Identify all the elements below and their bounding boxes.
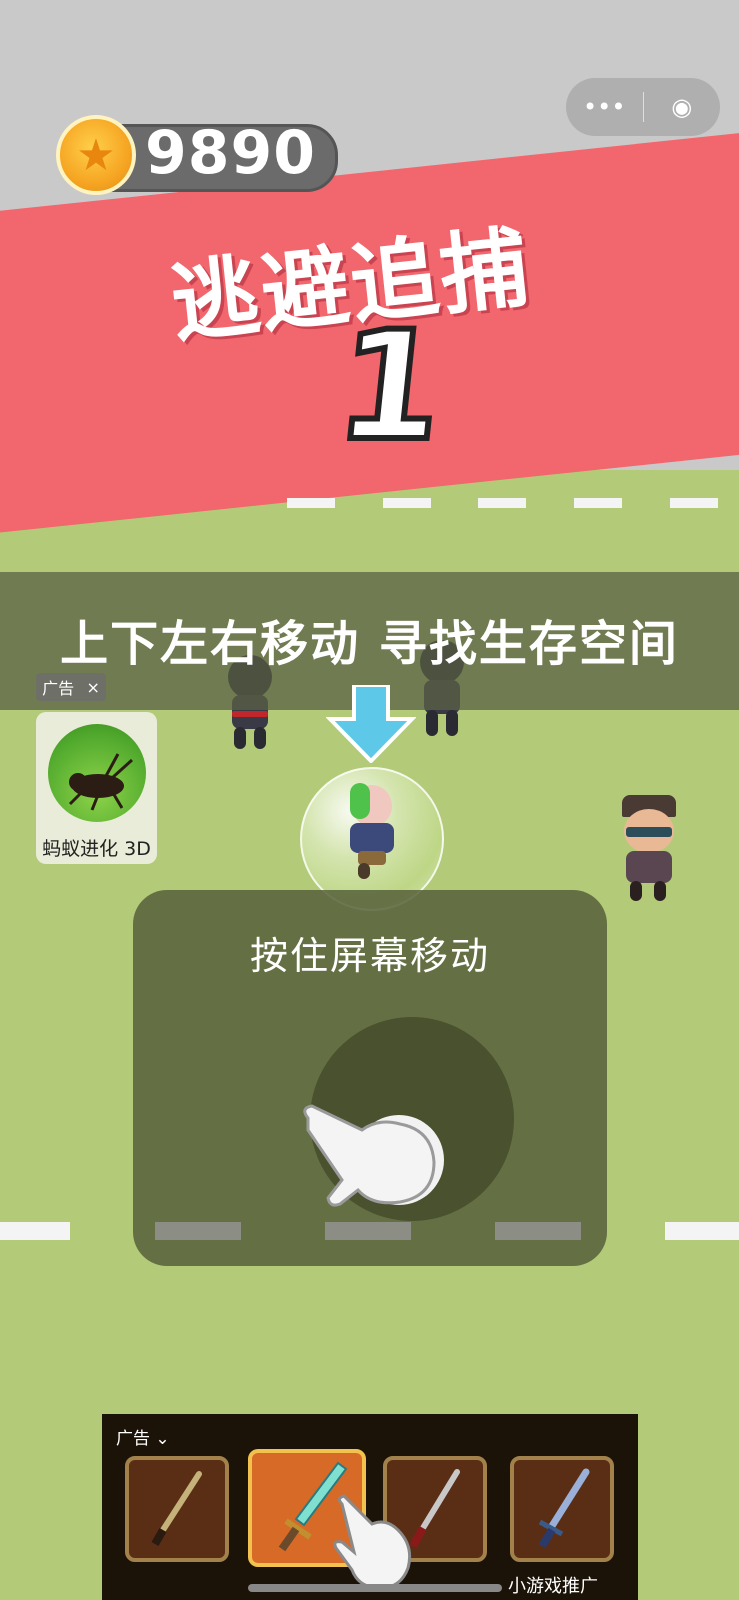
- sword-slot-1[interactable]: [125, 1456, 229, 1562]
- road-dash: [325, 1222, 411, 1240]
- close-icon[interactable]: ◉: [644, 93, 721, 121]
- miniprogram-capsule: ••• ◉: [566, 78, 720, 136]
- home-indicator[interactable]: [248, 1584, 502, 1592]
- road-dash: [478, 498, 526, 508]
- ad-label: 广告: [42, 679, 75, 698]
- road-dash: [0, 1222, 70, 1240]
- ant-game-icon[interactable]: [48, 724, 146, 822]
- sword-icon: [538, 1468, 590, 1549]
- sword-slot-4[interactable]: [510, 1456, 614, 1562]
- sword-icon: [151, 1471, 202, 1546]
- more-icon[interactable]: •••: [566, 93, 643, 121]
- touch-hint-text: 按住屏幕移动: [249, 934, 490, 978]
- coin-count: 9890: [145, 118, 316, 188]
- road-dash: [383, 498, 431, 508]
- ad-tag: 广告 ×: [36, 673, 106, 701]
- coin-icon: ★: [56, 115, 136, 195]
- down-arrow-icon: [325, 683, 417, 764]
- promo-label: 小游戏推广: [508, 1576, 598, 1597]
- police-character: [616, 795, 686, 905]
- instruction-text: 上下左右移动 寻找生存空间: [60, 616, 679, 672]
- pointing-hand-icon: [300, 1100, 450, 1210]
- road-dash: [574, 498, 622, 508]
- road-dash: [495, 1222, 581, 1240]
- ad-close-icon[interactable]: ×: [86, 678, 99, 697]
- road-dash: [155, 1222, 241, 1240]
- road-dash: [665, 1222, 739, 1240]
- ad-bar-tag[interactable]: 广告 ⌄: [116, 1424, 170, 1449]
- ad-game-name[interactable]: 蚂蚁进化 3D: [36, 834, 157, 861]
- countdown-number: 1: [326, 297, 455, 477]
- road-dash: [287, 498, 335, 508]
- tap-hand-icon: [328, 1494, 418, 1594]
- road-dash: [670, 498, 718, 508]
- player-character: [342, 783, 402, 895]
